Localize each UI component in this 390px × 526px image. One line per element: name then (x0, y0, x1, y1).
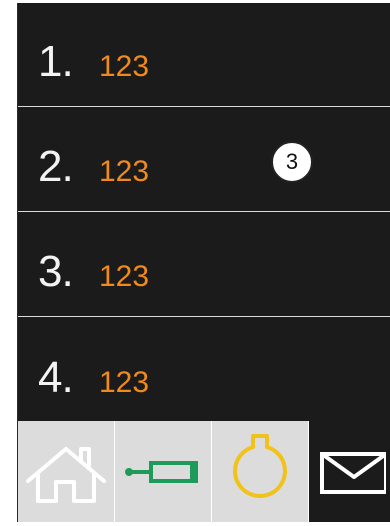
nav-mail[interactable] (309, 421, 390, 522)
row-index: 3. (38, 247, 74, 296)
bottom-nav (18, 421, 390, 522)
row-value: 123 (99, 50, 150, 83)
nav-cylinder[interactable] (115, 421, 212, 522)
row-value: 123 (99, 260, 150, 293)
row-index: 4. (38, 353, 74, 402)
nav-tank[interactable] (212, 421, 309, 522)
nav-home[interactable] (18, 421, 115, 522)
list-item[interactable]: 3. 123 (18, 213, 390, 317)
screen: 1. 123 2. 123 3. 123 4. 123 3 (17, 3, 390, 522)
row-index: 2. (38, 142, 74, 191)
row-value: 123 (99, 155, 150, 188)
home-icon (20, 437, 112, 507)
count-badge: 3 (271, 141, 313, 183)
mail-icon (314, 446, 386, 498)
list-item[interactable]: 2. 123 (18, 108, 390, 212)
hydraulic-cylinder-icon (117, 452, 209, 492)
row-value: 123 (99, 366, 150, 399)
list-item[interactable]: 4. 123 (18, 318, 390, 422)
list-item[interactable]: 1. 123 (18, 3, 390, 107)
row-index: 1. (38, 37, 74, 86)
tank-icon (225, 428, 295, 516)
